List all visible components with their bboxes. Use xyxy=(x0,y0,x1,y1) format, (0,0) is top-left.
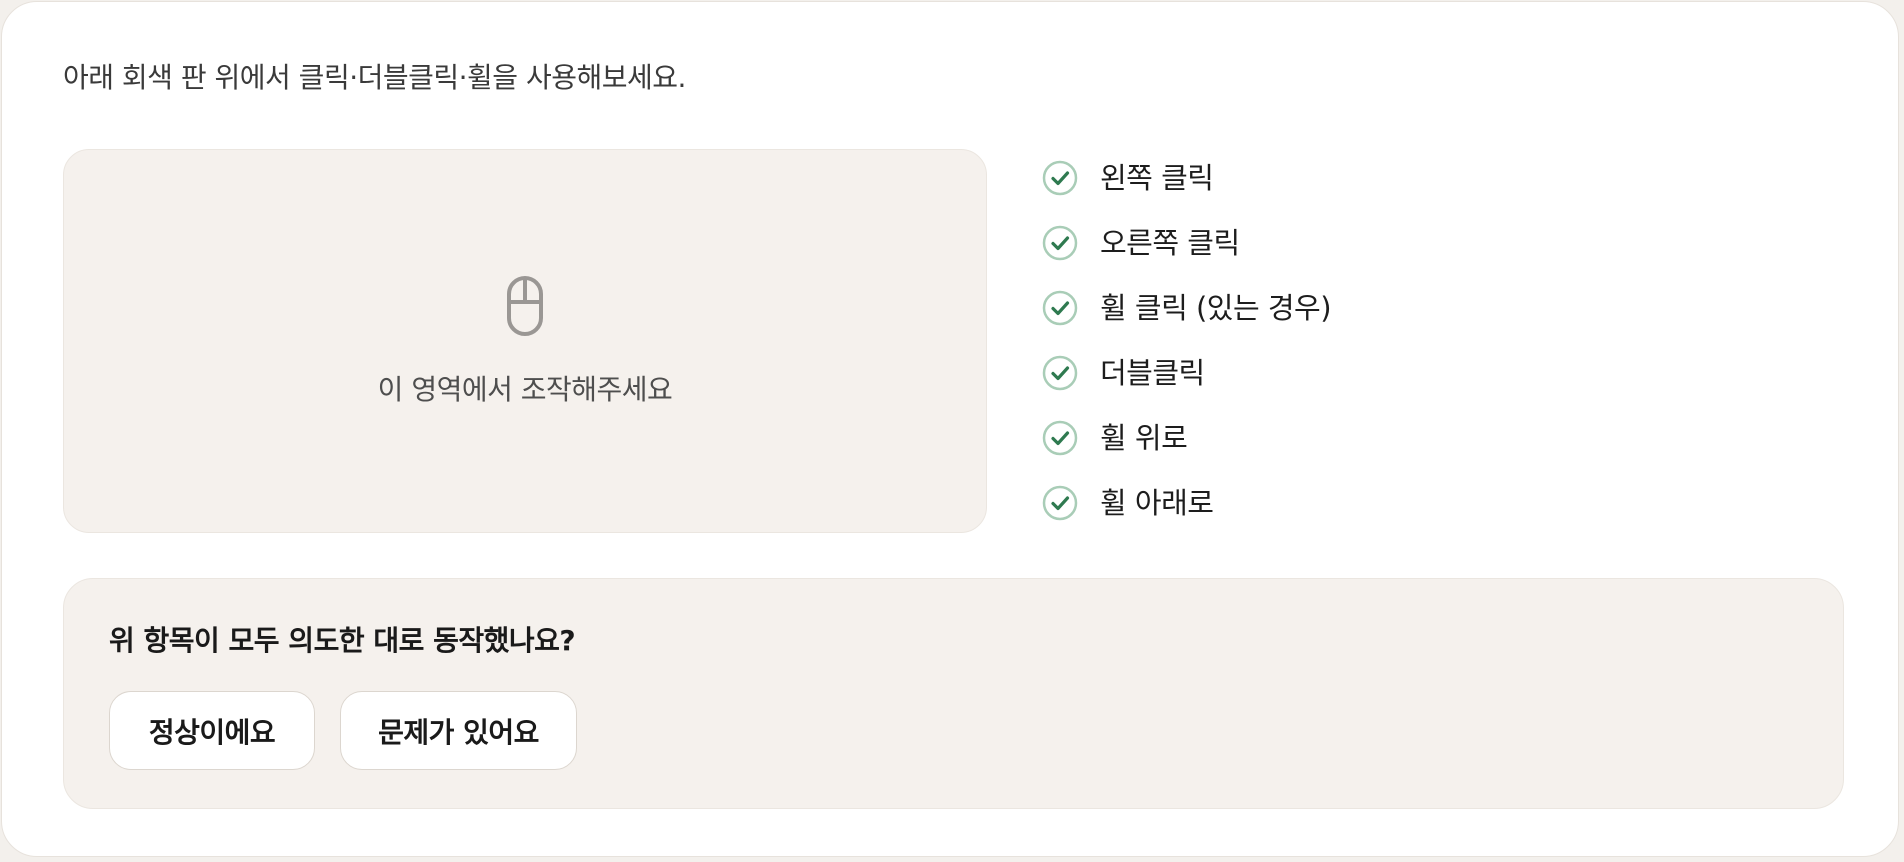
feedback-question: 위 항목이 모두 의도한 대로 동작했나요? xyxy=(109,624,576,657)
instruction-text: 아래 회색 판 위에서 클릭·더블클릭·휠을 사용해보세요. xyxy=(63,61,686,94)
ok-button[interactable]: 정상이에요 xyxy=(109,691,315,770)
check-circle-icon xyxy=(1042,160,1078,196)
mouse-icon xyxy=(507,276,543,336)
mouse-test-area[interactable]: 이 영역에서 조작해주세요 xyxy=(63,149,987,533)
mouse-test-card: 아래 회색 판 위에서 클릭·더블클릭·휠을 사용해보세요. 이 영역에서 조작… xyxy=(1,1,1899,857)
checklist-item-label: 왼쪽 클릭 xyxy=(1100,161,1214,195)
check-circle-icon xyxy=(1042,290,1078,326)
checklist-item-label: 휠 아래로 xyxy=(1100,486,1214,520)
checklist-item-label: 휠 위로 xyxy=(1100,421,1188,455)
check-circle-icon xyxy=(1042,355,1078,391)
problem-button[interactable]: 문제가 있어요 xyxy=(340,691,577,770)
test-area-label: 이 영역에서 조작해주세요 xyxy=(377,373,673,406)
check-circle-icon xyxy=(1042,420,1078,456)
checklist-item-label: 오른쪽 클릭 xyxy=(1100,226,1240,260)
checklist-item-label: 더블클릭 xyxy=(1100,356,1205,390)
feedback-panel: 위 항목이 모두 의도한 대로 동작했나요? 정상이에요 문제가 있어요 xyxy=(63,578,1844,809)
check-circle-icon xyxy=(1042,485,1078,521)
check-circle-icon xyxy=(1042,225,1078,261)
checklist-item-label: 휠 클릭 (있는 경우) xyxy=(1100,291,1332,325)
